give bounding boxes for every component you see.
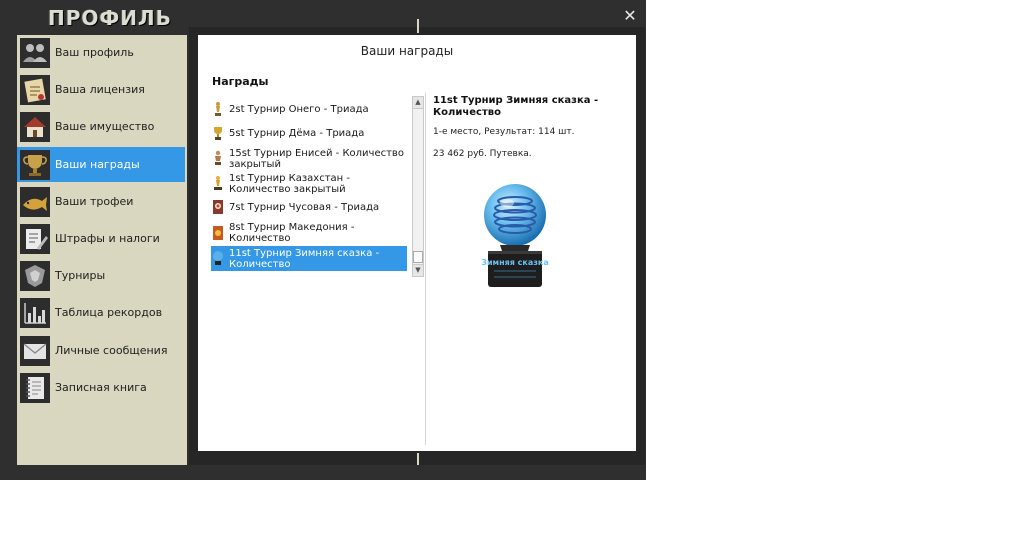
trophy-icon — [20, 150, 50, 180]
sidebar-item-records[interactable]: Таблица рекордов — [17, 295, 185, 330]
orange-medal-award-icon — [212, 225, 224, 241]
license-icon — [20, 75, 50, 105]
crystal-globe-trophy-icon: Зимняя сказка — [480, 179, 550, 293]
scroll-up-button[interactable]: ▲ — [413, 97, 423, 109]
trophy-plaque-text: Зимняя сказка — [481, 258, 548, 267]
list-divider — [425, 93, 426, 445]
award-list-item-selected[interactable]: 11st Турнир Зимняя сказка - Количество — [211, 246, 407, 271]
house-icon — [20, 112, 50, 142]
sidebar-item-label: Ваш профиль — [55, 46, 134, 59]
sidebar-item-notebook[interactable]: Записная книга — [17, 370, 185, 405]
sidebar-item-label: Таблица рекордов — [55, 306, 163, 319]
award-label: 1st Турнир Казахстан - Количество закрыт… — [229, 173, 350, 195]
award-list-item[interactable]: 8st Турнир Македония - Количество — [211, 222, 407, 244]
sidebar-item-license[interactable]: Ваша лицензия — [17, 72, 185, 107]
award-list-item[interactable]: 7st Турнир Чусовая - Триада — [211, 199, 407, 215]
notepad-pen-icon — [20, 224, 50, 254]
sidebar-item-fines[interactable]: Штрафы и налоги — [17, 221, 185, 256]
sidebar-item-label: Ваши трофеи — [55, 195, 134, 208]
sidebar-item-label: Личные сообщения — [55, 344, 168, 357]
sidebar-item-label: Записная книга — [55, 381, 147, 394]
awards-section-label: Награды — [212, 75, 269, 88]
gold-cup-award-icon — [212, 125, 224, 141]
sidebar-item-property[interactable]: Ваше имущество — [17, 109, 185, 144]
award-label: 11st Турнир Зимняя сказка - Количество — [229, 248, 380, 270]
award-list-scrollbar[interactable]: ▲ ▼ — [412, 96, 424, 277]
gold-figure-award-icon — [212, 175, 224, 191]
silver-figure-award-icon — [212, 101, 224, 117]
medal-award-icon — [212, 199, 224, 215]
people-icon — [20, 38, 50, 68]
scroll-thumb[interactable] — [413, 251, 423, 263]
window-title: ПРОФИЛЬ — [48, 6, 172, 30]
scroll-down-button[interactable]: ▼ — [413, 264, 423, 276]
panel-title: Ваши награды — [360, 44, 454, 58]
award-list: 2st Турнир Онего - Триада 5st Турнир Дём… — [211, 96, 409, 274]
envelope-icon — [20, 336, 50, 366]
close-button[interactable]: ✕ — [622, 8, 638, 24]
sidebar-item-label: Штрафы и налоги — [55, 232, 160, 245]
award-label: 5st Турнир Дёма - Триада — [229, 128, 365, 139]
fish-trophy-icon — [20, 187, 50, 217]
sidebar-item-tournaments[interactable]: Турниры — [17, 258, 185, 293]
sidebar-item-label: Ваше имущество — [55, 120, 155, 133]
award-label: 15st Турнир Енисей - Количество закрытый — [229, 148, 404, 170]
award-detail-place: 1-е место, Результат: 114 шт. — [433, 127, 575, 137]
sidebar: Ваш профиль Ваша лицензия Ваше имущество… — [17, 35, 187, 465]
notebook-icon — [20, 373, 50, 403]
award-list-item[interactable]: 15st Турнир Енисей - Количество закрытый — [211, 148, 407, 170]
award-list-item[interactable]: 2st Турнир Онего - Триада — [211, 101, 407, 117]
bar-chart-icon — [20, 298, 50, 328]
figure-award-icon — [212, 150, 224, 166]
award-detail-prize: 23 462 руб. Путевка. — [433, 149, 532, 159]
award-list-item[interactable]: 5st Турнир Дёма - Триада — [211, 125, 407, 141]
sidebar-item-label: Ваша лицензия — [55, 83, 145, 96]
crystal-globe-award-icon — [212, 250, 224, 266]
sidebar-item-messages[interactable]: Личные сообщения — [17, 333, 185, 368]
sidebar-item-label: Ваши награды — [55, 158, 140, 171]
frame-divider-bottom — [417, 453, 419, 465]
awards-panel: Ваши награды Награды 2st Турнир Онего - … — [198, 35, 636, 451]
award-label: 2st Турнир Онего - Триада — [229, 104, 369, 115]
sidebar-item-trophies[interactable]: Ваши трофеи — [17, 184, 185, 219]
award-label: 7st Турнир Чусовая - Триада — [229, 202, 380, 213]
tournament-badge-icon — [20, 261, 50, 291]
sidebar-item-label: Турниры — [55, 269, 106, 282]
frame-divider-top — [417, 19, 419, 33]
sidebar-item-awards[interactable]: Ваши награды — [17, 147, 185, 182]
award-label: 8st Турнир Македония - Количество — [229, 222, 355, 244]
sidebar-item-profile[interactable]: Ваш профиль — [17, 35, 185, 70]
award-detail-title: 11st Турнир Зимняя сказка - Количество — [433, 95, 599, 118]
award-list-item[interactable]: 1st Турнир Казахстан - Количество закрыт… — [211, 173, 407, 195]
